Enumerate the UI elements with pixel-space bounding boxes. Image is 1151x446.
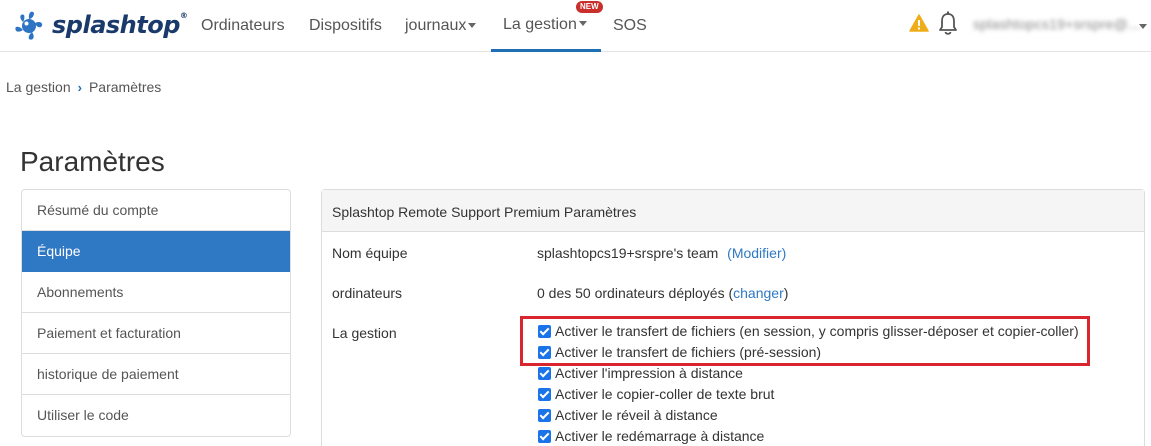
chevron-down-icon[interactable] xyxy=(1139,24,1147,29)
splashtop-logo[interactable]: splashtop® xyxy=(12,5,188,45)
team-name-value: splashtopcs19+srspre's team (Modifier) xyxy=(537,245,786,261)
highlight-box xyxy=(520,316,1090,366)
option-label: Activer le réveil à distance xyxy=(555,407,718,423)
chevron-down-icon xyxy=(578,21,587,26)
breadcrumb-root[interactable]: La gestion xyxy=(6,79,71,95)
sidebar-item-team[interactable]: Équipe xyxy=(22,231,290,272)
settings-sidebar: Résumé du compte Équipe Abonnements Paie… xyxy=(21,189,291,437)
user-account-menu[interactable]: splashtopcs19+srspre@... xyxy=(973,16,1140,32)
computers-value: 0 des 50 ordinateurs déployés (changer) xyxy=(537,285,788,301)
splashtop-logo-icon xyxy=(15,11,43,40)
checkbox-checked-icon[interactable] xyxy=(538,387,551,401)
top-navbar: splashtop® Ordinateurs Dispositifs journ… xyxy=(0,0,1151,52)
nav-sos[interactable]: SOS xyxy=(613,0,647,52)
option-copy-paste-text[interactable]: Activer le copier-coller de texte brut xyxy=(538,384,774,404)
paren-close: ) xyxy=(783,285,789,301)
brand-name: splashtop® xyxy=(52,11,188,39)
option-label: Activer le copier-coller de texte brut xyxy=(555,386,775,402)
sidebar-item-account-summary[interactable]: Résumé du compte xyxy=(22,190,290,231)
bell-icon[interactable] xyxy=(937,11,959,37)
option-remote-print[interactable]: Activer l'impression à distance xyxy=(538,363,743,383)
nav-journaux[interactable]: journaux xyxy=(405,0,477,52)
checkbox-checked-icon[interactable] xyxy=(538,366,551,380)
change-computers-link[interactable]: changer xyxy=(733,285,784,301)
nav-ordinateurs[interactable]: Ordinateurs xyxy=(201,0,285,52)
breadcrumb-current: Paramètres xyxy=(88,79,162,95)
modify-team-link[interactable]: (Modifier) xyxy=(727,245,786,261)
new-badge: NEW xyxy=(576,1,603,13)
panel-title: Splashtop Remote Support Premium Paramèt… xyxy=(322,190,1144,232)
nav-dispositifs[interactable]: Dispositifs xyxy=(309,0,382,52)
sidebar-item-subscriptions[interactable]: Abonnements xyxy=(22,272,290,313)
breadcrumb: La gestion › Paramètres xyxy=(6,79,161,95)
nav-la-gestion[interactable]: La gestion NEW xyxy=(491,0,603,52)
checkbox-checked-icon[interactable] xyxy=(538,429,551,443)
option-remote-reboot[interactable]: Activer le redémarrage à distance xyxy=(538,426,764,446)
computers-count-text: 0 des 50 ordinateurs déployés xyxy=(537,285,725,301)
sidebar-item-redeem-code[interactable]: Utiliser le code xyxy=(22,395,290,436)
chevron-right-icon: › xyxy=(77,79,82,95)
team-name-text: splashtopcs19+srspre's team xyxy=(537,245,719,261)
option-remote-wake[interactable]: Activer le réveil à distance xyxy=(538,405,718,425)
page-title: Paramètres xyxy=(20,146,165,177)
computers-label: ordinateurs xyxy=(332,285,403,301)
checkbox-checked-icon[interactable] xyxy=(538,408,551,422)
warning-icon[interactable] xyxy=(909,14,929,32)
option-label: Activer le redémarrage à distance xyxy=(555,428,765,444)
management-label: La gestion xyxy=(332,325,397,341)
sidebar-item-billing[interactable]: Paiement et facturation xyxy=(22,313,290,354)
sidebar-item-payment-history[interactable]: historique de paiement xyxy=(22,354,290,395)
team-name-label: Nom équipe xyxy=(332,245,408,261)
chevron-down-icon xyxy=(468,22,477,28)
option-label: Activer l'impression à distance xyxy=(555,365,743,381)
